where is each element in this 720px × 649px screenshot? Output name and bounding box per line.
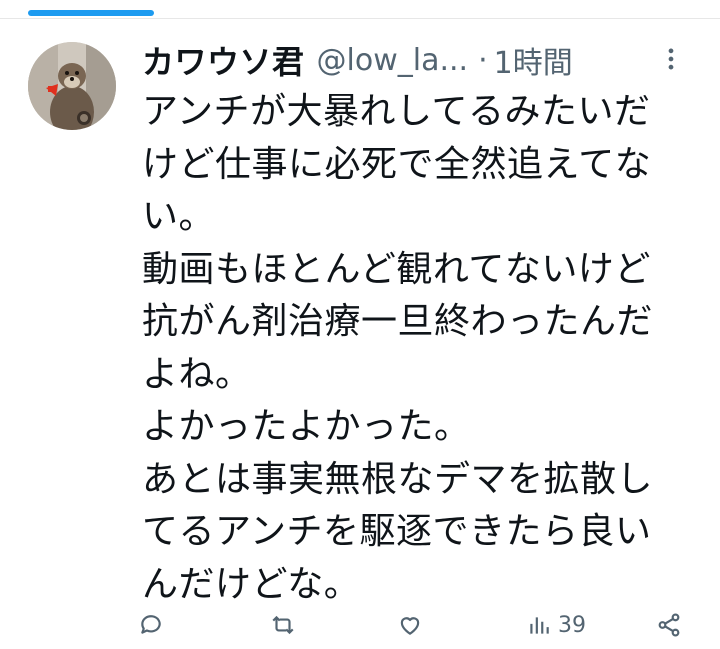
- separator-dot: ·: [478, 42, 488, 78]
- author-handle[interactable]: @low_la...: [317, 43, 469, 78]
- views-icon: [530, 617, 549, 634]
- tweet-text-line: 抗がん剤治療一旦終わったんだ: [142, 301, 654, 342]
- retweet-icon: [272, 615, 294, 635]
- tweet-text-line: アンチが大暴れしてるみたいだ: [142, 91, 651, 132]
- tweet-text: アンチが大暴れしてるみたいだ けど仕事に必死で全然追えてな い。 動画もほとんど…: [142, 86, 682, 611]
- tweet-text-line: てるアンチを駆逐できたら良い: [142, 511, 652, 552]
- views-count: 39: [558, 612, 586, 638]
- tweet-text-line: 動画もほとんど観れてないけど: [142, 248, 651, 290]
- more-vertical-icon: [668, 48, 674, 70]
- tweet-text-line: あとは事実無根なデマを拡散し: [142, 458, 654, 500]
- tweet-action-bar: 39: [0, 606, 720, 644]
- like-button[interactable]: [397, 606, 423, 644]
- tweet-text-line: けど仕事に必死で全然追えてな: [142, 143, 652, 185]
- reply-button[interactable]: [138, 606, 164, 644]
- avatar[interactable]: [28, 42, 116, 130]
- heart-icon: [400, 617, 420, 635]
- retweet-button[interactable]: [270, 606, 296, 644]
- author-display-name[interactable]: カワウソ君: [142, 37, 305, 83]
- tweet-text-line: よかったよかった。: [142, 406, 471, 447]
- otter-avatar-icon: [28, 42, 116, 130]
- share-button[interactable]: [656, 606, 682, 644]
- views-button[interactable]: 39: [526, 606, 586, 644]
- share-icon: [658, 613, 680, 637]
- tweet-text-line: い。: [142, 196, 216, 237]
- tweet-header: カワウソ君 @low_la... · 1時間: [142, 36, 702, 84]
- top-divider: [0, 18, 720, 19]
- active-tab-indicator: [28, 10, 154, 16]
- reply-icon: [141, 615, 161, 634]
- tweet-text-line: んだけどな。: [142, 563, 361, 605]
- tweet-text-line: よね。: [142, 353, 252, 395]
- tweet-screen: カワウソ君 @low_la... · 1時間 アンチが大暴れしてるみたいだ けど…: [0, 0, 720, 649]
- tweet-timestamp[interactable]: 1時間: [494, 38, 573, 82]
- more-options-button[interactable]: [656, 44, 686, 74]
